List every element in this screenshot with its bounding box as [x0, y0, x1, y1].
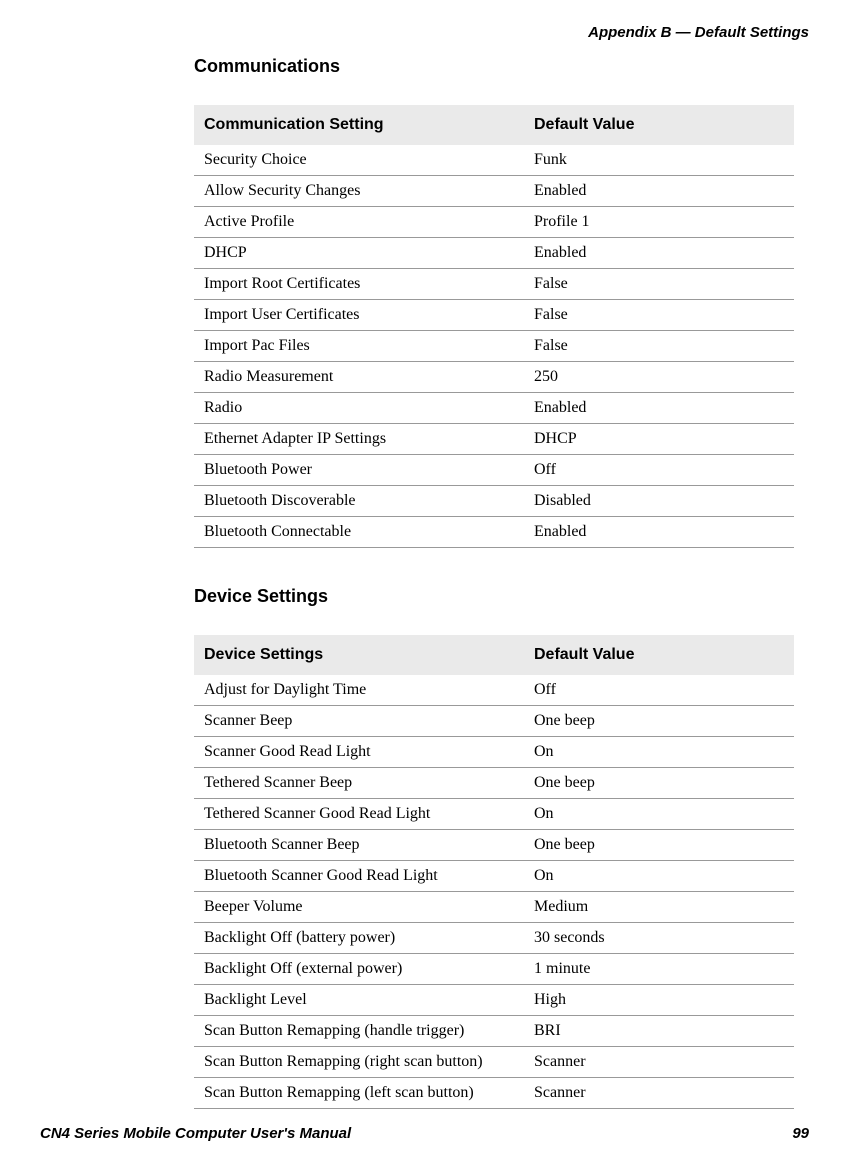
value-cell: False	[524, 269, 794, 300]
setting-cell: DHCP	[194, 238, 524, 269]
setting-cell: Backlight Level	[194, 985, 524, 1016]
setting-cell: Active Profile	[194, 207, 524, 238]
setting-cell: Import User Certificates	[194, 300, 524, 331]
setting-cell: Bluetooth Connectable	[194, 517, 524, 548]
manual-title: CN4 Series Mobile Computer User's Manual	[40, 1125, 351, 1142]
value-cell: On	[524, 737, 794, 768]
table-row: Scan Button Remapping (handle trigger)BR…	[194, 1016, 794, 1047]
value-cell: One beep	[524, 830, 794, 861]
communications-table: Communication Setting Default Value Secu…	[194, 105, 794, 548]
table-row: Ethernet Adapter IP SettingsDHCP	[194, 424, 794, 455]
setting-cell: Radio	[194, 393, 524, 424]
value-cell: High	[524, 985, 794, 1016]
setting-cell: Scan Button Remapping (handle trigger)	[194, 1016, 524, 1047]
value-cell: DHCP	[524, 424, 794, 455]
setting-cell: Bluetooth Power	[194, 455, 524, 486]
setting-cell: Scan Button Remapping (left scan button)	[194, 1078, 524, 1109]
table-row: Allow Security ChangesEnabled	[194, 176, 794, 207]
setting-cell: Scanner Beep	[194, 706, 524, 737]
value-cell: Off	[524, 675, 794, 706]
value-cell: 1 minute	[524, 954, 794, 985]
value-cell: 250	[524, 362, 794, 393]
table-row: RadioEnabled	[194, 393, 794, 424]
table-row: Backlight LevelHigh	[194, 985, 794, 1016]
table-row: Scanner Good Read LightOn	[194, 737, 794, 768]
table-row: Import User CertificatesFalse	[194, 300, 794, 331]
page-footer: CN4 Series Mobile Computer User's Manual…	[40, 1125, 809, 1142]
table-row: Bluetooth ConnectableEnabled	[194, 517, 794, 548]
table-row: Import Root CertificatesFalse	[194, 269, 794, 300]
value-cell: Off	[524, 455, 794, 486]
page-number: 99	[792, 1125, 809, 1142]
device-settings-table: Device Settings Default Value Adjust for…	[194, 635, 794, 1109]
value-cell: Enabled	[524, 517, 794, 548]
table-row: Tethered Scanner BeepOne beep	[194, 768, 794, 799]
value-cell: BRI	[524, 1016, 794, 1047]
table-row: Beeper VolumeMedium	[194, 892, 794, 923]
value-cell: One beep	[524, 768, 794, 799]
table-row: Bluetooth Scanner BeepOne beep	[194, 830, 794, 861]
table-header-row: Device Settings Default Value	[194, 635, 794, 675]
table-row: Tethered Scanner Good Read LightOn	[194, 799, 794, 830]
value-cell: 30 seconds	[524, 923, 794, 954]
setting-cell: Backlight Off (battery power)	[194, 923, 524, 954]
column-header-setting: Communication Setting	[194, 105, 524, 145]
value-cell: False	[524, 331, 794, 362]
appendix-header: Appendix B — Default Settings	[588, 24, 809, 41]
column-header-value: Default Value	[524, 105, 794, 145]
value-cell: Enabled	[524, 176, 794, 207]
setting-cell: Tethered Scanner Beep	[194, 768, 524, 799]
value-cell: On	[524, 861, 794, 892]
setting-cell: Bluetooth Scanner Good Read Light	[194, 861, 524, 892]
setting-cell: Backlight Off (external power)	[194, 954, 524, 985]
table-row: Import Pac FilesFalse	[194, 331, 794, 362]
value-cell: Medium	[524, 892, 794, 923]
table-header-row: Communication Setting Default Value	[194, 105, 794, 145]
table-row: Scan Button Remapping (right scan button…	[194, 1047, 794, 1078]
setting-cell: Import Root Certificates	[194, 269, 524, 300]
value-cell: Disabled	[524, 486, 794, 517]
setting-cell: Beeper Volume	[194, 892, 524, 923]
value-cell: Profile 1	[524, 207, 794, 238]
value-cell: False	[524, 300, 794, 331]
setting-cell: Allow Security Changes	[194, 176, 524, 207]
section-heading-device-settings: Device Settings	[194, 586, 794, 607]
table-row: DHCPEnabled	[194, 238, 794, 269]
column-header-setting: Device Settings	[194, 635, 524, 675]
table-row: Adjust for Daylight TimeOff	[194, 675, 794, 706]
value-cell: One beep	[524, 706, 794, 737]
value-cell: On	[524, 799, 794, 830]
table-row: Bluetooth PowerOff	[194, 455, 794, 486]
value-cell: Enabled	[524, 238, 794, 269]
table-row: Active ProfileProfile 1	[194, 207, 794, 238]
setting-cell: Bluetooth Scanner Beep	[194, 830, 524, 861]
table-row: Bluetooth Scanner Good Read LightOn	[194, 861, 794, 892]
setting-cell: Bluetooth Discoverable	[194, 486, 524, 517]
table-row: Backlight Off (battery power)30 seconds	[194, 923, 794, 954]
section-heading-communications: Communications	[194, 56, 794, 77]
value-cell: Scanner	[524, 1047, 794, 1078]
table-row: Bluetooth DiscoverableDisabled	[194, 486, 794, 517]
setting-cell: Scanner Good Read Light	[194, 737, 524, 768]
setting-cell: Ethernet Adapter IP Settings	[194, 424, 524, 455]
setting-cell: Import Pac Files	[194, 331, 524, 362]
setting-cell: Radio Measurement	[194, 362, 524, 393]
setting-cell: Scan Button Remapping (right scan button…	[194, 1047, 524, 1078]
table-row: Backlight Off (external power)1 minute	[194, 954, 794, 985]
setting-cell: Security Choice	[194, 145, 524, 176]
setting-cell: Adjust for Daylight Time	[194, 675, 524, 706]
table-row: Scan Button Remapping (left scan button)…	[194, 1078, 794, 1109]
table-row: Radio Measurement250	[194, 362, 794, 393]
column-header-value: Default Value	[524, 635, 794, 675]
setting-cell: Tethered Scanner Good Read Light	[194, 799, 524, 830]
value-cell: Funk	[524, 145, 794, 176]
table-row: Scanner BeepOne beep	[194, 706, 794, 737]
value-cell: Scanner	[524, 1078, 794, 1109]
value-cell: Enabled	[524, 393, 794, 424]
table-row: Security ChoiceFunk	[194, 145, 794, 176]
page-content: Communications Communication Setting Def…	[194, 56, 794, 1109]
